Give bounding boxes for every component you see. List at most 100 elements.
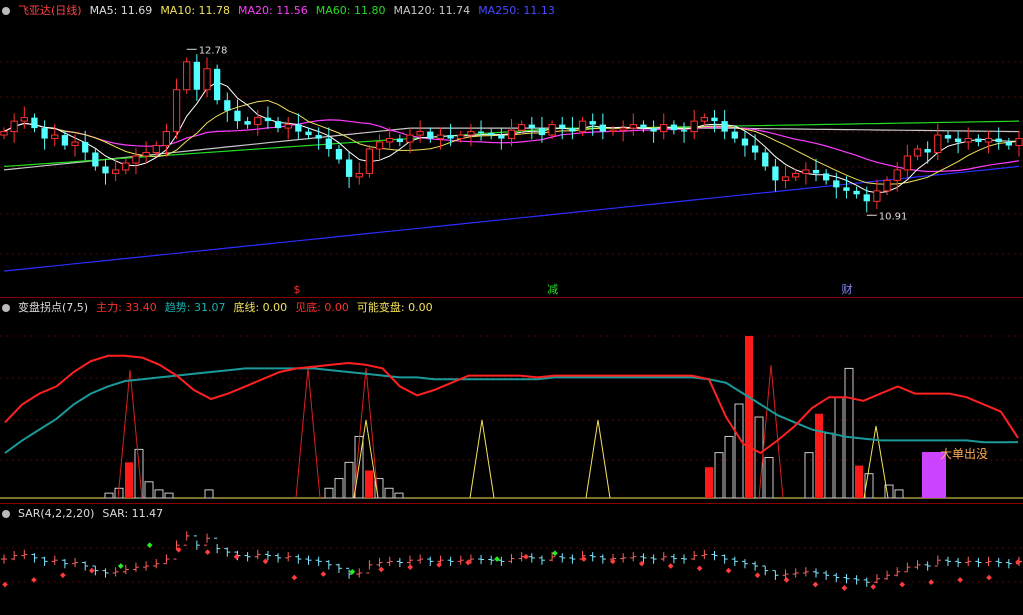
bottom-seen-value: 见底: 0.00 bbox=[295, 301, 349, 314]
candle bbox=[518, 124, 526, 131]
candle bbox=[264, 117, 272, 122]
candle bbox=[629, 124, 637, 129]
turn-spike bbox=[585, 419, 611, 499]
candle bbox=[92, 152, 99, 167]
candle bbox=[325, 138, 332, 150]
candle bbox=[203, 68, 211, 91]
sar-name[interactable]: SAR(4,2,2,20) bbox=[18, 506, 94, 522]
candle bbox=[680, 130, 688, 132]
histogram-bar bbox=[394, 492, 404, 499]
trend-line bbox=[4, 367, 1019, 454]
sar-dot bbox=[783, 577, 790, 583]
candle bbox=[467, 131, 475, 136]
sar-dot bbox=[407, 564, 414, 570]
candle bbox=[721, 121, 728, 132]
signal-annotation: 大单出没 bbox=[940, 446, 988, 461]
stock-name[interactable]: 飞亚达(日线) bbox=[18, 3, 82, 19]
candle bbox=[498, 135, 505, 139]
candle bbox=[152, 145, 160, 154]
candle bbox=[731, 131, 738, 139]
histogram-bar bbox=[344, 461, 354, 499]
candle bbox=[335, 149, 343, 160]
candle bbox=[274, 121, 282, 129]
sar-dot bbox=[89, 567, 95, 574]
sar-dot bbox=[581, 556, 587, 562]
sar-dot bbox=[667, 563, 674, 569]
histogram-bar bbox=[754, 416, 764, 499]
candle bbox=[477, 131, 485, 133]
sar-header: SAR(4,2,2,20) SAR: 11.47 bbox=[0, 506, 163, 522]
bottom-line-value: 底线: 0.00 bbox=[233, 301, 288, 314]
candle bbox=[51, 134, 59, 140]
candle bbox=[365, 148, 374, 174]
ma250-value: MA250: 11.13 bbox=[478, 4, 555, 17]
candle bbox=[244, 121, 251, 125]
candle bbox=[234, 110, 241, 122]
candle bbox=[812, 169, 820, 174]
histogram-bar bbox=[705, 467, 713, 498]
candle bbox=[599, 124, 606, 132]
candle bbox=[61, 135, 69, 146]
sar-dot bbox=[117, 563, 124, 569]
candle bbox=[193, 61, 200, 90]
histogram-bar bbox=[125, 462, 133, 498]
histogram-bar bbox=[104, 492, 114, 499]
candle bbox=[924, 149, 931, 153]
ma120-value: MA120: 11.74 bbox=[393, 4, 471, 17]
candle bbox=[944, 135, 952, 139]
candle bbox=[82, 142, 89, 153]
candle bbox=[183, 61, 191, 91]
candle bbox=[903, 155, 911, 171]
turn-spike bbox=[295, 367, 321, 499]
histogram-bar bbox=[815, 413, 823, 498]
candle bbox=[538, 128, 546, 136]
candle bbox=[386, 138, 394, 143]
histogram-bar bbox=[745, 336, 753, 498]
sar-dot bbox=[928, 579, 934, 586]
candle bbox=[214, 68, 221, 101]
sar-dot bbox=[696, 565, 703, 572]
candle bbox=[559, 124, 566, 129]
settings-dot-icon[interactable] bbox=[2, 510, 10, 518]
candle bbox=[447, 135, 454, 139]
histogram-bar bbox=[834, 397, 844, 499]
candle bbox=[640, 124, 647, 129]
ma250-line bbox=[3, 165, 1020, 272]
candle bbox=[1005, 142, 1012, 146]
histogram-bar bbox=[334, 478, 344, 499]
histogram-bar bbox=[714, 452, 724, 499]
indicator-panel[interactable]: 大单出没 bbox=[0, 336, 1023, 499]
candle bbox=[224, 100, 231, 111]
indicator-name[interactable]: 变盘拐点(7,5) bbox=[18, 300, 88, 316]
sar-dot bbox=[233, 553, 240, 560]
price-header: 飞亚达(日线) MA5: 11.69 MA10: 11.78 MA20: 11.… bbox=[0, 3, 555, 19]
sar-dot bbox=[204, 549, 211, 555]
candle bbox=[396, 138, 403, 143]
candle bbox=[690, 120, 698, 133]
candle bbox=[427, 131, 434, 139]
sar-dot bbox=[870, 584, 877, 590]
candle bbox=[843, 187, 850, 191]
price-panel[interactable]: 12.78 10.91 $ 减 财 bbox=[0, 45, 1023, 296]
settings-dot-icon[interactable] bbox=[2, 7, 10, 15]
candle bbox=[548, 124, 556, 136]
sar-dot bbox=[291, 574, 298, 581]
histogram-bar bbox=[144, 481, 154, 499]
candle bbox=[619, 127, 627, 131]
turn-spike bbox=[469, 419, 495, 499]
candle bbox=[10, 120, 18, 133]
candle bbox=[305, 131, 312, 136]
histogram-bar bbox=[724, 435, 734, 499]
candle bbox=[315, 135, 322, 139]
main-force-value: 主力: 33.40 bbox=[96, 301, 157, 314]
sar-dot bbox=[320, 571, 327, 577]
candle bbox=[284, 124, 292, 129]
candle bbox=[650, 128, 657, 132]
sar-value: SAR: 11.47 bbox=[102, 507, 164, 520]
settings-dot-icon[interactable] bbox=[2, 304, 10, 312]
candle bbox=[416, 131, 424, 136]
candle bbox=[913, 148, 922, 157]
sar-dot bbox=[146, 542, 153, 548]
sar-dot bbox=[378, 566, 385, 573]
candle bbox=[964, 138, 972, 143]
